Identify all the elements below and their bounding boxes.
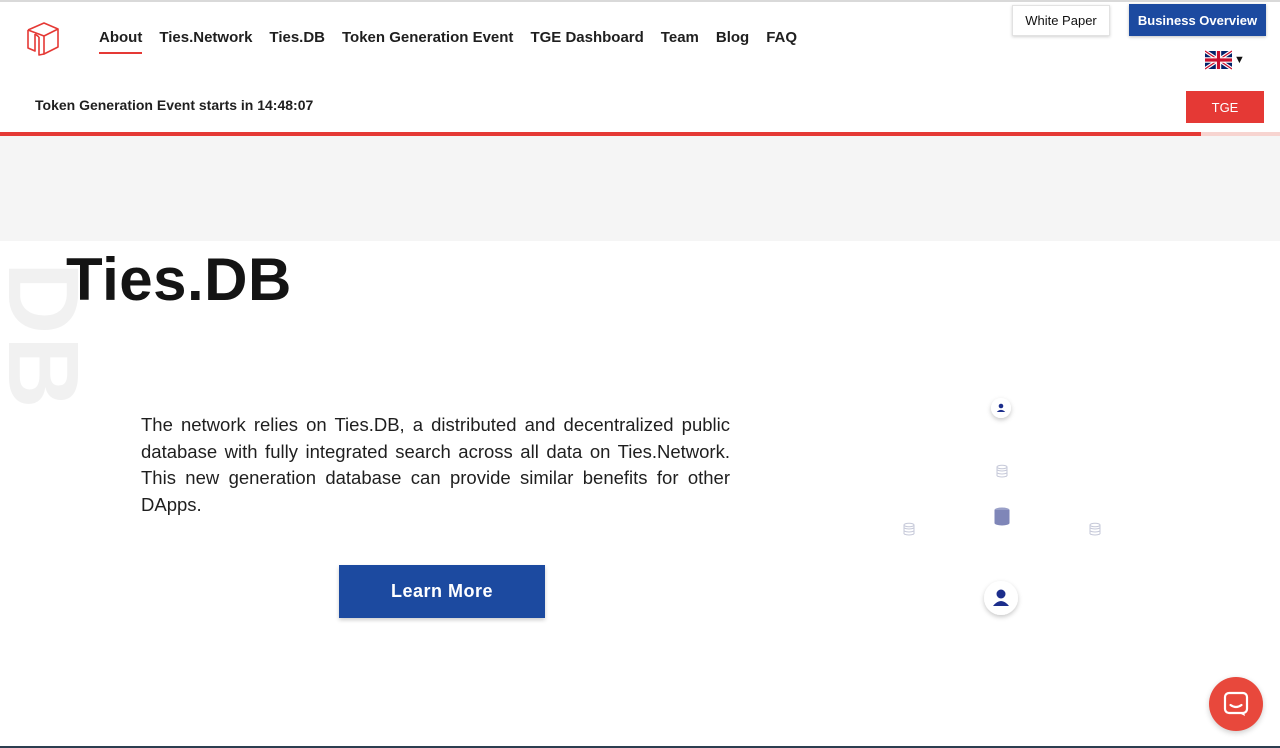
hero-description: The network relies on Ties.DB, a distrib… xyxy=(141,414,730,515)
nav-item-blog[interactable]: Blog xyxy=(716,29,749,54)
database-icon xyxy=(1089,522,1101,536)
white-paper-button[interactable]: White Paper xyxy=(1012,5,1110,36)
caret-down-icon: ▼ xyxy=(1234,54,1245,66)
network-illustration xyxy=(903,398,1101,615)
learn-more-button[interactable]: Learn More xyxy=(339,565,545,618)
countdown-text: Token Generation Event starts in 14:48:0… xyxy=(35,97,314,113)
nav-item-tge-dashboard[interactable]: TGE Dashboard xyxy=(530,29,643,54)
chat-launcher[interactable] xyxy=(1209,677,1263,731)
top-rule xyxy=(0,0,1280,2)
nav-item-token-generation-event[interactable]: Token Generation Event xyxy=(342,29,513,54)
tge-button[interactable]: TGE xyxy=(1186,91,1264,123)
nav-item-faq[interactable]: FAQ xyxy=(766,29,797,54)
business-overview-button[interactable]: Business Overview xyxy=(1129,4,1266,36)
hero-top-band xyxy=(0,136,1280,241)
nav-item-about[interactable]: About xyxy=(99,29,143,54)
database-icon xyxy=(903,522,915,536)
user-node-top xyxy=(991,398,1011,418)
ties-network-logo[interactable] xyxy=(26,21,60,57)
main-nav: About Ties.Network Ties.DB Token Generat… xyxy=(99,29,797,54)
nav-item-ties-network[interactable]: Ties.Network xyxy=(159,29,252,54)
chat-icon xyxy=(1223,691,1249,716)
nav-item-team[interactable]: Team xyxy=(661,29,699,54)
user-node-bottom xyxy=(984,581,1018,615)
page-title: Ties.DB xyxy=(66,246,292,313)
uk-flag-icon xyxy=(1205,50,1232,70)
nav-item-ties-db[interactable]: Ties.DB xyxy=(269,29,325,54)
language-selector[interactable]: ▼ xyxy=(1205,50,1245,70)
database-icon xyxy=(994,507,1010,526)
database-icon xyxy=(996,464,1008,478)
